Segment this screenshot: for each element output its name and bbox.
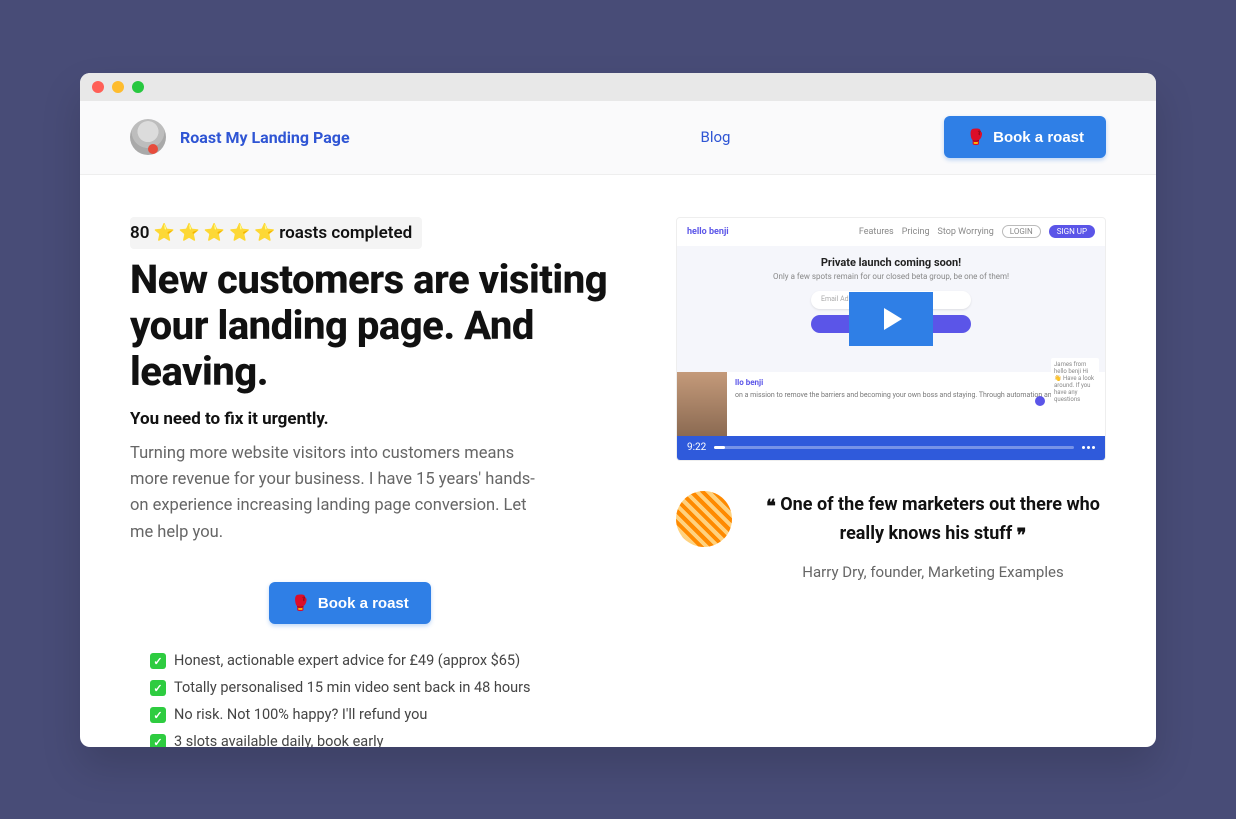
benefits-list: ✓ Honest, actionable expert advice for £4… — [130, 652, 570, 746]
benefit-text: Totally personalised 15 min video sent b… — [174, 679, 531, 696]
video-nav-login: LOGIN — [1002, 225, 1041, 238]
window-close-icon[interactable] — [92, 81, 104, 93]
video-player[interactable]: hello benji Features Pricing Stop Worryi… — [676, 217, 1106, 461]
rating-line: 80 ⭐ ⭐ ⭐ ⭐ ⭐ roasts completed — [130, 217, 422, 249]
testimonial-quote: ❝ One of the few marketers out there who… — [760, 491, 1106, 549]
hero-right: hello benji Features Pricing Stop Worryi… — [676, 217, 1106, 747]
quote-close-icon: ❞ — [1017, 525, 1027, 546]
chat-badge-icon — [1035, 396, 1045, 406]
video-nav-item: Stop Worrying — [938, 227, 994, 237]
video-menu-icon[interactable] — [1082, 446, 1095, 449]
benefit-text: No risk. Not 100% happy? I'll refund you — [174, 706, 427, 723]
presenter-face — [677, 372, 727, 436]
check-icon: ✓ — [150, 707, 166, 723]
star-icon: ⭐ — [204, 223, 225, 243]
video-mock-brand: hello benji — [687, 227, 729, 237]
brand-avatar — [130, 119, 166, 155]
hero-left: 80 ⭐ ⭐ ⭐ ⭐ ⭐ roasts completed New custom… — [130, 217, 646, 747]
quote-open-icon: ❝ — [766, 496, 776, 517]
book-roast-button-hero[interactable]: 🥊 Book a roast — [269, 582, 431, 624]
book-roast-button-header[interactable]: 🥊 Book a roast — [944, 116, 1106, 158]
play-button[interactable] — [849, 292, 933, 346]
video-mock-nav: Features Pricing Stop Worrying LOGIN SIG… — [859, 225, 1095, 238]
check-icon: ✓ — [150, 734, 166, 746]
testimonial-attribution: Harry Dry, founder, Marketing Examples — [760, 563, 1106, 581]
glove-icon: 🥊 — [966, 128, 985, 146]
video-mock-sub: Only a few spots remain for our closed b… — [687, 272, 1095, 281]
book-roast-label: Book a roast — [993, 129, 1084, 146]
hero-headline: New customers are visiting your landing … — [130, 257, 646, 395]
hero-body: Turning more website visitors into custo… — [130, 441, 550, 547]
site-header: Roast My Landing Page Blog 🥊 Book a roas… — [80, 101, 1156, 175]
video-mock-lower: llo benji on a mission to remove the bar… — [677, 372, 1105, 436]
chat-note: James from hello benji Hi 👋 Have a look … — [1051, 358, 1099, 406]
video-nav-item: Features — [859, 227, 894, 237]
video-progress[interactable] — [714, 446, 1074, 449]
testimonial-quote-text: One of the few marketers out there who r… — [780, 494, 1100, 544]
star-icon: ⭐ — [229, 223, 250, 243]
star-icon: ⭐ — [179, 223, 200, 243]
star-icon: ⭐ — [254, 223, 275, 243]
main-content: 80 ⭐ ⭐ ⭐ ⭐ ⭐ roasts completed New custom… — [80, 175, 1156, 747]
browser-window: Roast My Landing Page Blog 🥊 Book a roas… — [80, 73, 1156, 747]
benefit-item: ✓ 3 slots available daily, book early — [150, 733, 570, 746]
window-minimize-icon[interactable] — [112, 81, 124, 93]
brand-link[interactable]: Roast My Landing Page — [180, 128, 350, 147]
star-icon: ⭐ — [153, 223, 174, 243]
benefit-item: ✓ Totally personalised 15 min video sent … — [150, 679, 570, 696]
testimonial-avatar — [676, 491, 732, 547]
window-titlebar — [80, 73, 1156, 101]
benefit-text: Honest, actionable expert advice for £49… — [174, 652, 520, 669]
video-controls[interactable]: 9:22 — [677, 436, 1105, 460]
benefit-item: ✓ No risk. Not 100% happy? I'll refund yo… — [150, 706, 570, 723]
video-nav-item: Pricing — [902, 227, 930, 237]
rating-suffix: roasts completed — [279, 223, 412, 243]
video-timestamp: 9:22 — [687, 442, 706, 453]
check-icon: ✓ — [150, 653, 166, 669]
glove-icon: 🥊 — [291, 594, 310, 612]
testimonial: ❝ One of the few marketers out there who… — [676, 491, 1106, 581]
video-mock-title: Private launch coming soon! — [687, 256, 1095, 269]
video-lower-brand: llo benji — [735, 378, 1097, 388]
play-icon — [884, 308, 902, 330]
check-icon: ✓ — [150, 680, 166, 696]
benefit-text: 3 slots available daily, book early — [174, 733, 384, 746]
video-mock-header: hello benji Features Pricing Stop Worryi… — [677, 218, 1105, 246]
nav-blog[interactable]: Blog — [700, 128, 730, 146]
window-maximize-icon[interactable] — [132, 81, 144, 93]
video-nav-signup: SIGN UP — [1049, 225, 1095, 238]
rating-count: 80 — [130, 223, 149, 243]
benefit-item: ✓ Honest, actionable expert advice for £4… — [150, 652, 570, 669]
book-roast-label: Book a roast — [318, 595, 409, 612]
hero-subhead: You need to fix it urgently. — [130, 409, 646, 429]
